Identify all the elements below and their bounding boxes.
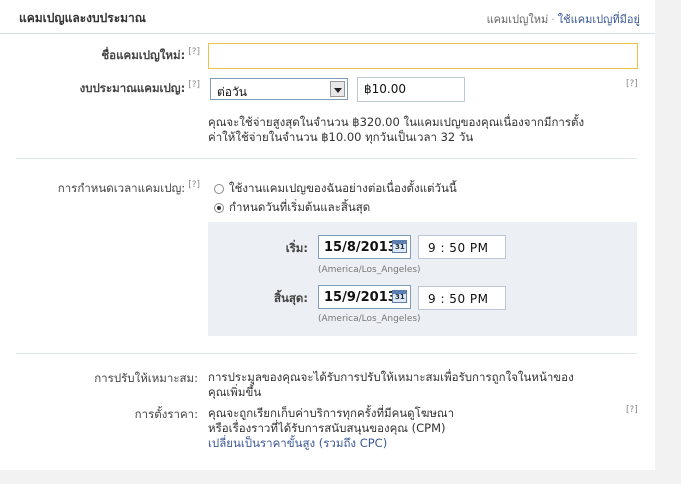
pricing-text: คุณจะถูกเรียกเก็บค่าบริการทุกครั้งที่มีค… bbox=[208, 406, 608, 451]
budget-amount-help-icon[interactable]: [?] bbox=[626, 79, 638, 89]
optimization-label: การปรับให้เหมาะสม: bbox=[94, 371, 198, 385]
campaign-budget-panel: แคมเปญและงบประมาณ แคมเปญใหม่ · ใช้แคมเปญที… bbox=[0, 0, 655, 470]
budget-note: คุณจะใช้จ่ายสูงสุดในจำนวน ฿320.00 ในแคมเ… bbox=[208, 115, 648, 145]
start-time-value: 9 : 50 PM bbox=[428, 241, 489, 255]
schedule-help-icon[interactable]: [?] bbox=[188, 180, 200, 190]
pricing-help-icon[interactable]: [?] bbox=[626, 405, 638, 415]
optimization-text-line2: คุณเพิ่มขึ้น bbox=[208, 385, 262, 399]
schedule-label: การกำหนดเวลาแคมเปญ: [?] bbox=[58, 180, 200, 198]
end-timezone: (America/Los_Angeles) bbox=[318, 314, 421, 324]
pricing-text-line1: คุณจะถูกเรียกเก็บค่าบริการทุกครั้งที่มีค… bbox=[208, 406, 455, 420]
budget-help-icon[interactable]: [?] bbox=[188, 80, 200, 90]
pricing-text-line2: หรือเรื่องราวที่ได้รับการสนับสนุนของคุณ … bbox=[208, 421, 446, 435]
existing-campaign-link[interactable]: ใช้แคมเปญที่มีอยู่ bbox=[558, 13, 640, 26]
budget-amount-input[interactable]: ฿10.00 bbox=[357, 77, 465, 102]
end-label: สิ้นสุด: bbox=[274, 291, 308, 305]
end-time-value: 9 : 50 PM bbox=[428, 292, 489, 306]
start-date-input[interactable]: 15/8/2013 bbox=[318, 235, 411, 259]
section-title: แคมเปญและงบประมาณ bbox=[19, 11, 146, 25]
new-campaign-link[interactable]: แคมเปญใหม่ bbox=[487, 13, 549, 26]
budget-period-select[interactable]: ต่อวัน bbox=[210, 78, 348, 100]
budget-note-line1: คุณจะใช้จ่ายสูงสุดในจำนวน ฿320.00 ในแคมเ… bbox=[208, 115, 585, 129]
end-date-input[interactable]: 15/9/2013 bbox=[318, 285, 411, 309]
section-header: แคมเปญและงบประมาณ แคมเปญใหม่ · ใช้แคมเปญที… bbox=[0, 0, 655, 34]
pricing-label: การตั้งราคา: bbox=[134, 407, 198, 421]
schedule-option-continuous-label: ใช้งานแคมเปญของฉันอย่างต่อเนื่องตั้งแต่ว… bbox=[229, 181, 457, 195]
end-date-value: 15/9/2013 bbox=[324, 290, 396, 305]
start-time-input[interactable]: 9 : 50 PM bbox=[418, 235, 506, 259]
calendar-icon[interactable] bbox=[392, 240, 407, 253]
schedule-option-range-label: กำหนดวันที่เริ่มต้นและสิ้นสุด bbox=[229, 200, 371, 214]
advanced-pricing-link[interactable]: เปลี่ยนเป็นราคาขั้นสูง (รวมถึง CPC) bbox=[208, 436, 608, 451]
schedule-option-range[interactable]: กำหนดวันที่เริ่มต้นและสิ้นสุด bbox=[214, 199, 370, 217]
optimization-text: การประมูลของคุณจะได้รับการปรับให้เหมาะสม… bbox=[208, 370, 638, 400]
campaign-name-input[interactable] bbox=[208, 43, 638, 69]
start-timezone: (America/Los_Angeles) bbox=[318, 265, 421, 275]
budget-period-value: ต่อวัน bbox=[217, 85, 247, 99]
divider bbox=[16, 158, 637, 159]
start-label: เริ่ม: bbox=[285, 241, 308, 255]
schedule-option-continuous[interactable]: ใช้งานแคมเปญของฉันอย่างต่อเนื่องตั้งแต่ว… bbox=[214, 180, 457, 198]
budget-note-line2: ค่าให้ใช้จ่ายในจำนวน ฿10.00 ทุกวันเป็นเว… bbox=[208, 130, 474, 144]
chevron-down-icon[interactable] bbox=[330, 81, 345, 97]
divider bbox=[16, 353, 637, 354]
budget-label-text: งบประมาณแคมเปญ: bbox=[79, 81, 186, 95]
campaign-name-label-text: ชื่อแคมเปญใหม่: bbox=[101, 48, 186, 62]
budget-amount-value: ฿10.00 bbox=[364, 82, 406, 96]
campaign-name-label: ชื่อแคมเปญใหม่: [?] bbox=[101, 47, 200, 65]
schedule-label-text: การกำหนดเวลาแคมเปญ: bbox=[57, 181, 186, 195]
start-date-value: 15/8/2013 bbox=[324, 240, 396, 255]
separator: · bbox=[551, 13, 555, 26]
radio-range[interactable] bbox=[214, 203, 224, 213]
optimization-text-line1: การประมูลของคุณจะได้รับการปรับให้เหมาะสม… bbox=[208, 370, 574, 384]
campaign-name-help-icon[interactable]: [?] bbox=[188, 47, 200, 57]
calendar-icon[interactable] bbox=[392, 290, 407, 303]
radio-continuous[interactable] bbox=[214, 184, 224, 194]
campaign-mode-links: แคมเปญใหม่ · ใช้แคมเปญที่มีอยู่ bbox=[487, 10, 640, 28]
budget-label: งบประมาณแคมเปญ: [?] bbox=[80, 80, 200, 98]
end-time-input[interactable]: 9 : 50 PM bbox=[418, 286, 506, 310]
